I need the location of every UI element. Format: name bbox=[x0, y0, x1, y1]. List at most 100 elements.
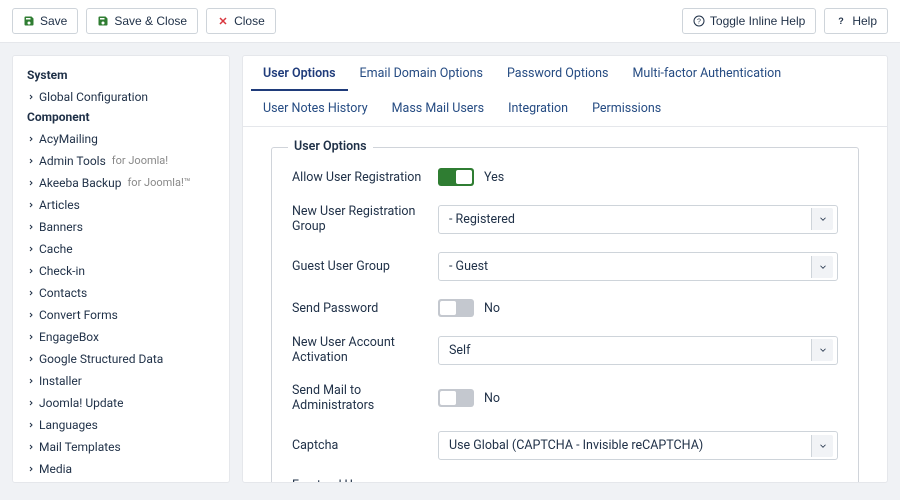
chevron-right-icon bbox=[27, 460, 35, 478]
row-activation: New User Account Activation Self bbox=[292, 335, 838, 365]
sidebar-item-component-5[interactable]: Cache bbox=[13, 238, 229, 260]
label-new-user-group: New User Registration Group bbox=[292, 204, 422, 234]
sidebar-item-component-16[interactable]: Menus bbox=[13, 480, 229, 483]
sidebar-item-component-10[interactable]: Google Structured Data bbox=[13, 348, 229, 370]
label-frontend-params: Frontend User Parameters bbox=[292, 478, 422, 482]
sidebar[interactable]: SystemGlobal ConfigurationComponentAcyMa… bbox=[12, 55, 230, 483]
sidebar-item-system-0[interactable]: Global Configuration bbox=[13, 86, 229, 108]
select-activation[interactable]: Self bbox=[438, 336, 838, 365]
sidebar-item-component-13[interactable]: Languages bbox=[13, 414, 229, 436]
sidebar-item-label: Cache bbox=[39, 240, 73, 258]
sidebar-item-label: Mail Templates bbox=[39, 438, 121, 456]
row-mail-admins: Send Mail to Administrators No bbox=[292, 383, 838, 413]
sidebar-item-label: Media bbox=[39, 460, 72, 478]
toggle-allow-registration-text: Yes bbox=[484, 170, 504, 185]
sidebar-item-component-6[interactable]: Check-in bbox=[13, 260, 229, 282]
sidebar-item-label: Check-in bbox=[39, 262, 85, 280]
sidebar-item-label: Languages bbox=[39, 416, 98, 434]
chevron-right-icon bbox=[27, 196, 35, 214]
chevron-right-icon bbox=[27, 306, 35, 324]
sidebar-item-label: Google Structured Data bbox=[39, 350, 163, 368]
label-activation: New User Account Activation bbox=[292, 335, 422, 365]
select-new-user-group[interactable]: - Registered bbox=[438, 205, 838, 234]
sidebar-item-component-4[interactable]: Banners bbox=[13, 216, 229, 238]
chevron-right-icon bbox=[27, 482, 35, 483]
sidebar-item-component-14[interactable]: Mail Templates bbox=[13, 436, 229, 458]
main-panel: User OptionsEmail Domain OptionsPassword… bbox=[242, 55, 888, 483]
label-mail-admins: Send Mail to Administrators bbox=[292, 383, 422, 413]
tab-user-notes-history[interactable]: User Notes History bbox=[251, 91, 380, 126]
chevron-down-icon bbox=[811, 256, 833, 278]
chevron-right-icon bbox=[27, 284, 35, 302]
label-allow-registration: Allow User Registration bbox=[292, 170, 422, 185]
close-button[interactable]: Close bbox=[206, 8, 276, 34]
toolbar-right: ? Toggle Inline Help ? Help bbox=[682, 8, 888, 34]
row-frontend-params: Frontend User Parameters Show bbox=[292, 478, 838, 482]
sidebar-item-component-7[interactable]: Contacts bbox=[13, 282, 229, 304]
chevron-right-icon bbox=[27, 350, 35, 368]
content-area[interactable]: User Options Allow User Registration Yes… bbox=[243, 127, 887, 482]
toggle-inline-help-button[interactable]: ? Toggle Inline Help bbox=[682, 8, 816, 34]
sidebar-item-component-1[interactable]: Admin Tools for Joomla! bbox=[13, 150, 229, 172]
save-label: Save bbox=[40, 14, 67, 28]
save-close-button[interactable]: Save & Close bbox=[86, 8, 198, 34]
sidebar-heading-system: System bbox=[13, 66, 229, 86]
chevron-right-icon bbox=[27, 130, 35, 148]
sidebar-item-component-12[interactable]: Joomla! Update bbox=[13, 392, 229, 414]
select-captcha-value: Use Global (CAPTCHA - Invisible reCAPTCH… bbox=[449, 438, 703, 453]
tabs: User OptionsEmail Domain OptionsPassword… bbox=[243, 56, 887, 127]
user-options-fieldset: User Options Allow User Registration Yes… bbox=[271, 147, 859, 482]
tab-multi-factor-authentication[interactable]: Multi-factor Authentication bbox=[621, 56, 794, 91]
chevron-right-icon bbox=[27, 262, 35, 280]
chevron-right-icon bbox=[27, 218, 35, 236]
label-send-password: Send Password bbox=[292, 301, 422, 316]
sidebar-item-label: Banners bbox=[39, 218, 83, 236]
sidebar-item-component-8[interactable]: Convert Forms bbox=[13, 304, 229, 326]
toggle-send-password[interactable] bbox=[438, 299, 474, 317]
sidebar-item-label: Joomla! Update bbox=[39, 394, 123, 412]
help-button[interactable]: ? Help bbox=[824, 8, 888, 34]
toggle-mail-admins[interactable] bbox=[438, 389, 474, 407]
tab-email-domain-options[interactable]: Email Domain Options bbox=[348, 56, 495, 91]
sidebar-item-component-11[interactable]: Installer bbox=[13, 370, 229, 392]
toggle-send-password-text: No bbox=[484, 301, 500, 316]
toggle-allow-registration[interactable] bbox=[438, 168, 474, 186]
svg-text:?: ? bbox=[697, 19, 701, 26]
chevron-right-icon bbox=[27, 174, 35, 192]
sidebar-item-label: Installer bbox=[39, 372, 82, 390]
save-close-label: Save & Close bbox=[114, 14, 187, 28]
select-guest-group[interactable]: - Guest bbox=[438, 252, 838, 281]
fieldset-legend: User Options bbox=[288, 139, 373, 154]
row-send-password: Send Password No bbox=[292, 299, 838, 317]
chevron-down-icon bbox=[811, 339, 833, 361]
sidebar-item-label: Admin Tools bbox=[39, 152, 106, 170]
sidebar-item-component-2[interactable]: Akeeba Backup for Joomla!™ bbox=[13, 172, 229, 194]
tab-permissions[interactable]: Permissions bbox=[580, 91, 673, 126]
sidebar-item-label: Menus bbox=[39, 482, 75, 483]
sidebar-item-component-15[interactable]: Media bbox=[13, 458, 229, 480]
label-captcha: Captcha bbox=[292, 438, 422, 453]
save-icon bbox=[97, 15, 109, 27]
sidebar-item-extra: for Joomla! bbox=[112, 153, 168, 170]
tab-user-options[interactable]: User Options bbox=[251, 56, 348, 91]
sidebar-item-label: Articles bbox=[39, 196, 80, 214]
chevron-down-icon bbox=[811, 435, 833, 457]
sidebar-item-component-9[interactable]: EngageBox bbox=[13, 326, 229, 348]
select-captcha[interactable]: Use Global (CAPTCHA - Invisible reCAPTCH… bbox=[438, 431, 838, 460]
chevron-right-icon bbox=[27, 372, 35, 390]
toggle-mail-admins-text: No bbox=[484, 391, 500, 406]
sidebar-item-component-0[interactable]: AcyMailing bbox=[13, 128, 229, 150]
tab-integration[interactable]: Integration bbox=[496, 91, 580, 126]
chevron-down-icon bbox=[811, 208, 833, 230]
sidebar-item-extra: for Joomla!™ bbox=[127, 175, 190, 192]
sidebar-item-label: Akeeba Backup bbox=[39, 174, 121, 192]
chevron-right-icon bbox=[27, 88, 35, 106]
sidebar-item-component-3[interactable]: Articles bbox=[13, 194, 229, 216]
chevron-right-icon bbox=[27, 328, 35, 346]
save-button[interactable]: Save bbox=[12, 8, 78, 34]
tab-mass-mail-users[interactable]: Mass Mail Users bbox=[380, 91, 496, 126]
svg-text:?: ? bbox=[839, 16, 845, 26]
tab-password-options[interactable]: Password Options bbox=[495, 56, 621, 91]
sidebar-heading-component: Component bbox=[13, 108, 229, 128]
select-guest-group-value: - Guest bbox=[449, 259, 488, 274]
